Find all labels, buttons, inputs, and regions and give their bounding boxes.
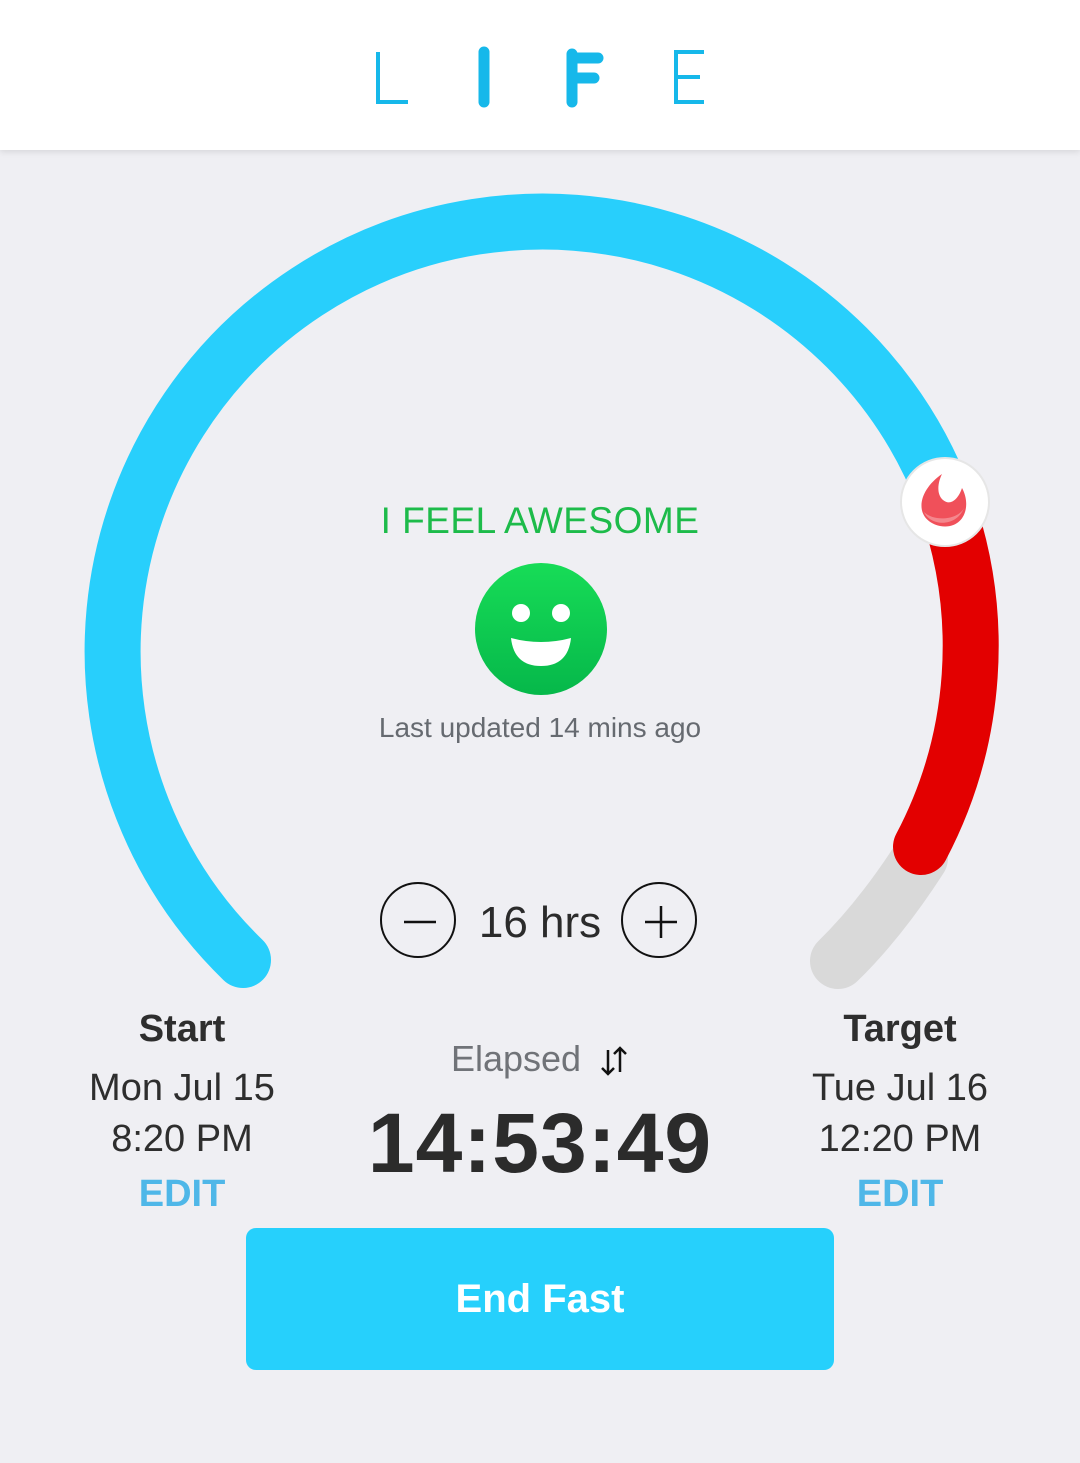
elapsed-label: Elapsed	[450, 1038, 582, 1079]
flame-drop-icon[interactable]	[900, 457, 990, 547]
start-label: Start	[138, 1008, 226, 1050]
edit-target-button[interactable]: EDIT	[857, 1173, 944, 1216]
target-date: Tue Jul 16	[811, 1067, 989, 1109]
target-label: Target	[843, 1008, 957, 1050]
mood-last-updated: Last updated 14 mins ago	[378, 712, 702, 743]
elapsed-timer: 14:53:49	[367, 1096, 713, 1190]
end-fast-button[interactable]: End Fast	[246, 1228, 834, 1370]
plus-icon	[645, 906, 677, 938]
edit-start-button[interactable]: EDIT	[139, 1173, 226, 1216]
swap-vertical-icon[interactable]	[599, 1044, 629, 1078]
start-time: 8:20 PM	[111, 1118, 253, 1160]
decrease-hours-button[interactable]	[380, 882, 456, 958]
target-section: Target Tue Jul 16 12:20 PM EDIT	[750, 1008, 1050, 1216]
increase-hours-button[interactable]	[621, 882, 697, 958]
gauge-overtime-arc	[893, 472, 999, 875]
mood-section: I FEEL AWESOME	[290, 500, 790, 542]
start-date: Mon Jul 15	[89, 1067, 275, 1109]
start-section: Start Mon Jul 15 8:20 PM EDIT	[32, 1008, 332, 1216]
mood-label[interactable]: I FEEL AWESOME	[290, 500, 790, 542]
smiley-face-icon[interactable]	[474, 562, 608, 696]
life-logo	[376, 46, 704, 108]
app-header	[0, 0, 1080, 150]
target-time: 12:20 PM	[818, 1118, 982, 1160]
elapsed-header: Elapsed	[390, 1038, 690, 1080]
gauge-remaining-arc	[810, 830, 948, 989]
fast-duration: 16 hrs	[478, 898, 602, 947]
minus-icon	[404, 920, 436, 924]
